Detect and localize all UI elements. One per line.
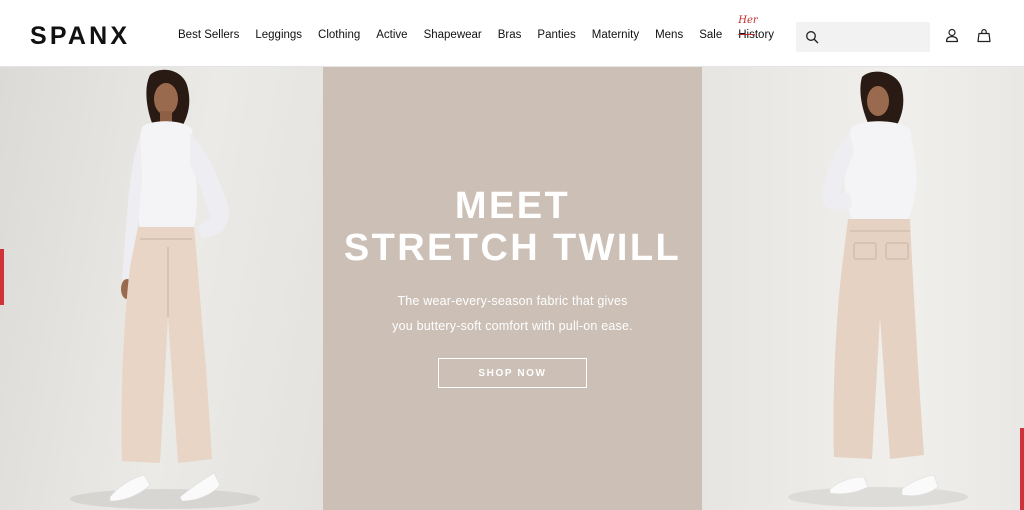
- feedback-tab-right[interactable]: [1020, 428, 1024, 510]
- nav-best-sellers[interactable]: Best Sellers: [178, 29, 239, 45]
- her-annotation: Her: [738, 15, 758, 26]
- nav-herstory[interactable]: Her History: [738, 15, 775, 45]
- shop-now-button[interactable]: SHOP NOW: [438, 358, 587, 388]
- nav-mens[interactable]: Mens: [655, 29, 683, 45]
- nav-maternity[interactable]: Maternity: [592, 29, 639, 45]
- nav-shapewear[interactable]: Shapewear: [424, 29, 482, 45]
- hero-banner: MEET STRETCH TWILL The wear-every-season…: [0, 67, 1024, 510]
- hero-subtitle-line1: The wear-every-season fabric that gives: [397, 294, 628, 308]
- hero-image-left[interactable]: [0, 67, 323, 510]
- account-icon[interactable]: [945, 28, 959, 43]
- hero-image-right[interactable]: [702, 67, 1024, 510]
- feedback-tab-left[interactable]: [0, 249, 4, 305]
- shopping-bag-icon[interactable]: [977, 28, 991, 43]
- spanx-logo[interactable]: SPANX: [30, 22, 130, 51]
- search-icon: [806, 31, 819, 44]
- nav-sale[interactable]: Sale: [699, 29, 722, 45]
- hero-subtitle-line2: you buttery-soft comfort with pull-on ea…: [392, 319, 633, 333]
- search-box[interactable]: [796, 22, 930, 52]
- model-back-illustration: [788, 71, 968, 507]
- search-input[interactable]: [824, 22, 924, 52]
- nav-panties[interactable]: Panties: [537, 29, 575, 45]
- hero-title-line2: STRETCH TWILL: [343, 227, 682, 269]
- hero-title-line1: MEET: [454, 185, 571, 227]
- nav-clothing[interactable]: Clothing: [318, 29, 360, 45]
- nav-active[interactable]: Active: [376, 29, 407, 45]
- history-rest-text: tory: [754, 29, 775, 41]
- history-struck-text: His: [738, 29, 755, 41]
- model-front-illustration: [70, 69, 260, 509]
- nav-bras[interactable]: Bras: [498, 29, 522, 45]
- site-header: SPANX Best Sellers Leggings Clothing Act…: [0, 0, 1024, 67]
- main-nav: Best Sellers Leggings Clothing Active Sh…: [178, 15, 775, 45]
- nav-leggings[interactable]: Leggings: [255, 29, 302, 45]
